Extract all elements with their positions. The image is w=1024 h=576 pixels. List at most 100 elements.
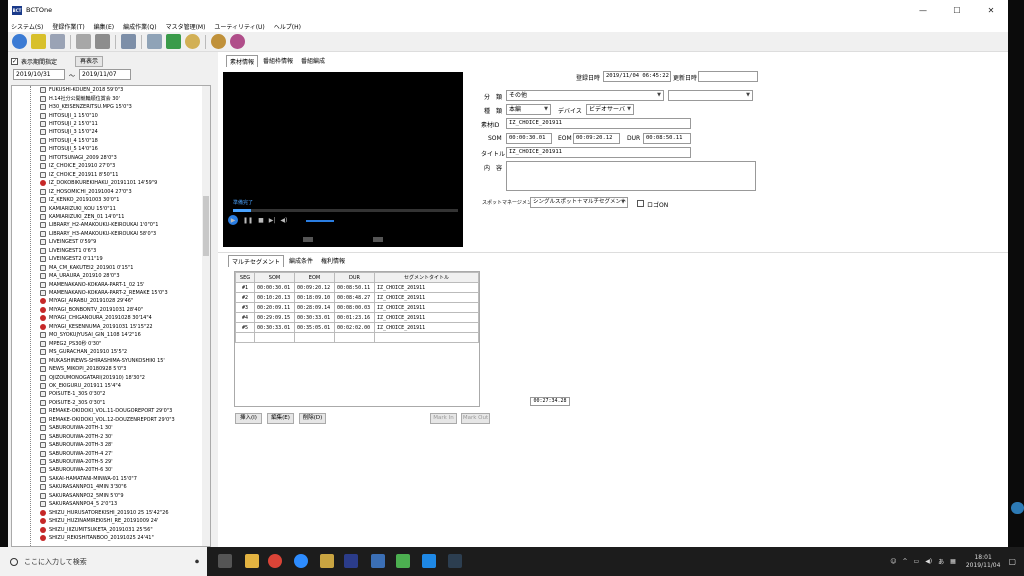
shubetsu-select[interactable]: 本編 ▼ — [506, 104, 551, 115]
globe-icon[interactable] — [12, 34, 27, 49]
segment-row[interactable]: #3 00:20:09.11 00:28:09.14 00:08:00.03 IZ_CH… — [235, 302, 479, 313]
tree-item[interactable]: LIVEINGEST1 0'6"3 — [40, 247, 96, 255]
trash-icon[interactable] — [95, 34, 110, 49]
print-icon[interactable] — [121, 34, 136, 49]
tree-item[interactable]: MAMENAKANO-KOKARA-PART-2_REMAKE 15'0"3 — [40, 289, 168, 297]
skip-icon[interactable]: ▶| — [269, 217, 276, 224]
tree-item[interactable]: SAKURASANNPO2_5MIN 5'0"9 — [40, 492, 124, 500]
tab-multi-segment[interactable]: マルチセグメント — [228, 255, 285, 267]
tree-item[interactable]: SABUROUIWA-20TH-3 28' — [40, 441, 113, 449]
tree-item[interactable]: SAKAI-HAMATANI-MINWA-01 15'0"7 — [40, 475, 137, 483]
volume-slider[interactable] — [306, 220, 334, 222]
tree-item[interactable]: SHIZU_HUZINAMIREKISHI_RE_20191009 24' — [40, 517, 158, 525]
save-icon[interactable] — [50, 34, 65, 49]
tree-item[interactable]: SABUROUIWA-20TH-5 29' — [40, 458, 113, 466]
network-icon[interactable]: ▭ — [914, 558, 920, 565]
tab-program-frame[interactable]: 番組枠情報 — [260, 55, 296, 67]
tree-item[interactable]: HITOSUJI_4 15'0"18 — [40, 137, 98, 145]
frame-forward-icon[interactable] — [373, 237, 383, 242]
chrome-icon[interactable] — [268, 554, 282, 568]
chevron-up-icon[interactable]: ^ — [902, 558, 907, 565]
sort-icon[interactable] — [147, 34, 162, 49]
tab-program-schedule[interactable]: 番組編成 — [298, 55, 328, 67]
tree-item[interactable]: IZ_CHOICE_201910 27'0"3 — [40, 162, 115, 170]
tree-item[interactable]: LIBRARY_H3-AMAKOUKU-KEIROUKAI 58'0"3 — [40, 230, 156, 238]
menu-utility[interactable]: ユーティリティ(U) — [214, 22, 264, 31]
tab-rights-info[interactable]: 権利情報 — [318, 255, 348, 267]
tree-item[interactable]: HITOSUJI_1 15'0"10 — [40, 111, 98, 119]
tree-item[interactable]: MIYAGI_KESENNUMA_20191031 15'15"22 — [40, 323, 153, 331]
material-id-field[interactable]: IZ_CHOICE_201911 — [506, 118, 691, 129]
tree-item[interactable]: MIYAGI_AIRABU_20191028 29'46" — [40, 297, 133, 305]
tree-item[interactable]: SHIZU_HURUSATOREKISHI_201910 25 15'42"26 — [40, 509, 169, 517]
tree-item[interactable]: IZ_KENKO_20191003 30'0"1 — [40, 196, 119, 204]
date-from-field[interactable]: 2019/10/31 — [13, 69, 65, 80]
tree-item[interactable]: H.14社分公開競輪順位賞会 30' — [40, 94, 120, 102]
refresh-button[interactable]: 再表示 — [75, 55, 104, 67]
app-blue-icon[interactable] — [422, 554, 436, 568]
tree-item[interactable]: MIYAGI_CHIGANOURA_20191028 30'14"4 — [40, 314, 152, 322]
tree-item[interactable]: MUKASHINEWS-SHIRASHIMA-SYUNKOSHIKI 15' — [40, 356, 165, 364]
menu-system[interactable]: システム(S) — [11, 22, 43, 31]
mark-out-button[interactable]: Mark Out — [461, 413, 490, 424]
material-tree[interactable]: FUKUSHI-KOUEN_2018 59'0"3 H.14社分公開競輪順位賞会 … — [11, 85, 211, 547]
menu-help[interactable]: ヘルプ(H) — [274, 22, 301, 31]
tree-item[interactable]: LIVEINGEST 0'59"9 — [40, 238, 96, 246]
keyboard-icon[interactable]: ▦ — [950, 558, 956, 565]
stop-icon[interactable]: ■ — [258, 217, 264, 224]
search-icon[interactable] — [185, 34, 200, 49]
logo-on-checkbox[interactable] — [637, 200, 644, 207]
close-button[interactable]: ✕ — [974, 0, 1008, 20]
bctone-app-icon[interactable] — [344, 554, 358, 568]
content-textarea[interactable] — [506, 161, 756, 191]
segment-row[interactable]: #4 00:29:09.15 00:30:33.01 00:01:23.16 IZ_CH… — [235, 312, 479, 323]
tree-item[interactable]: HITOSUJI_2 15'0"11 — [40, 120, 98, 128]
microphone-icon[interactable]: ⏺ — [195, 557, 199, 567]
teamviewer-icon[interactable] — [294, 554, 308, 568]
tree-item[interactable]: SABUROUIWA-20TH-4 27' — [40, 449, 113, 457]
volume-icon[interactable]: ◀) — [925, 558, 932, 565]
segment-row[interactable]: #5 00:30:33.01 00:35:05.01 00:02:02.00 IZ_CH… — [235, 322, 479, 333]
title-field[interactable]: IZ_CHOICE_201911 — [506, 147, 691, 158]
eom-field[interactable]: 00:09:20.12 — [573, 133, 620, 144]
segment-row[interactable]: #1 00:00:30.01 00:09:20.12 00:08:50.11 IZ_CH… — [235, 282, 479, 293]
tree-item[interactable]: LIVEINGEST2 0'11"19 — [40, 255, 103, 263]
tree-item[interactable]: MAMENAKANO-KOKARA-PART-1_02 15' — [40, 280, 145, 288]
edit-button[interactable]: 編集(E) — [267, 413, 294, 424]
device-select[interactable]: ビデオサーバ ▼ — [586, 104, 634, 115]
user-group-icon[interactable] — [230, 34, 245, 49]
menu-master[interactable]: マスタ管理(M) — [166, 22, 206, 31]
bunrui2-select[interactable]: ▼ — [668, 90, 753, 101]
som-field[interactable]: 00:00:30.01 — [506, 133, 552, 144]
volume-icon[interactable]: ◀) — [280, 217, 287, 224]
tree-item[interactable]: MA_URAURA_201910 28'0"3 — [40, 272, 120, 280]
bunrui-select[interactable]: その他 ▼ — [506, 90, 664, 101]
tree-scrollbar[interactable] — [202, 86, 210, 546]
people-icon[interactable]: ☺ — [890, 558, 896, 565]
maximize-button[interactable]: ☐ — [940, 0, 974, 20]
segment-empty-row[interactable] — [235, 332, 479, 343]
frame-back-icon[interactable] — [303, 237, 313, 242]
segment-row[interactable]: #2 00:10:20.13 00:18:09.10 00:08:48.27 IZ_CH… — [235, 292, 479, 303]
tree-item[interactable]: IZ_HOSOMICHI_20191004 27'0"3 — [40, 187, 132, 195]
segment-grid[interactable]: SEG SOM EOM DUR セグメントタイトル #1 00:00:30.01 0… — [234, 271, 480, 407]
folder-icon[interactable] — [320, 554, 334, 568]
ime-mode[interactable]: あ — [938, 557, 944, 566]
tab-schedule-condition[interactable]: 編成条件 — [286, 255, 316, 267]
seek-bar[interactable] — [233, 209, 458, 212]
period-checkbox[interactable]: ✓ — [11, 57, 18, 65]
file-explorer-icon[interactable] — [245, 554, 259, 568]
tree-item[interactable]: SABUROUIWA-20TH-2 30' — [40, 432, 113, 440]
tree-item[interactable]: FUKUSHI-KOUEN_2018 59'0"3 — [40, 86, 123, 94]
tree-item[interactable]: MPEG2_PS30秒 0'30" — [40, 340, 101, 348]
dur-field[interactable]: 00:08:50.11 — [643, 133, 691, 144]
open-folder-icon[interactable] — [31, 34, 46, 49]
insert-button[interactable]: 挿入(I) — [235, 413, 262, 424]
tree-scroll-thumb[interactable] — [203, 196, 209, 256]
tree-item[interactable]: POISUTE-1_30S 0'30"2 — [40, 390, 105, 398]
mark-in-button[interactable]: Mark In — [430, 413, 457, 424]
date-to-field[interactable]: 2019/11/07 — [79, 69, 131, 80]
upd-date-field[interactable] — [698, 71, 758, 82]
play-icon[interactable]: ▶ — [228, 215, 238, 225]
tree-item[interactable]: NEWS_MIKOPI_20180928 5'0"3 — [40, 365, 127, 373]
